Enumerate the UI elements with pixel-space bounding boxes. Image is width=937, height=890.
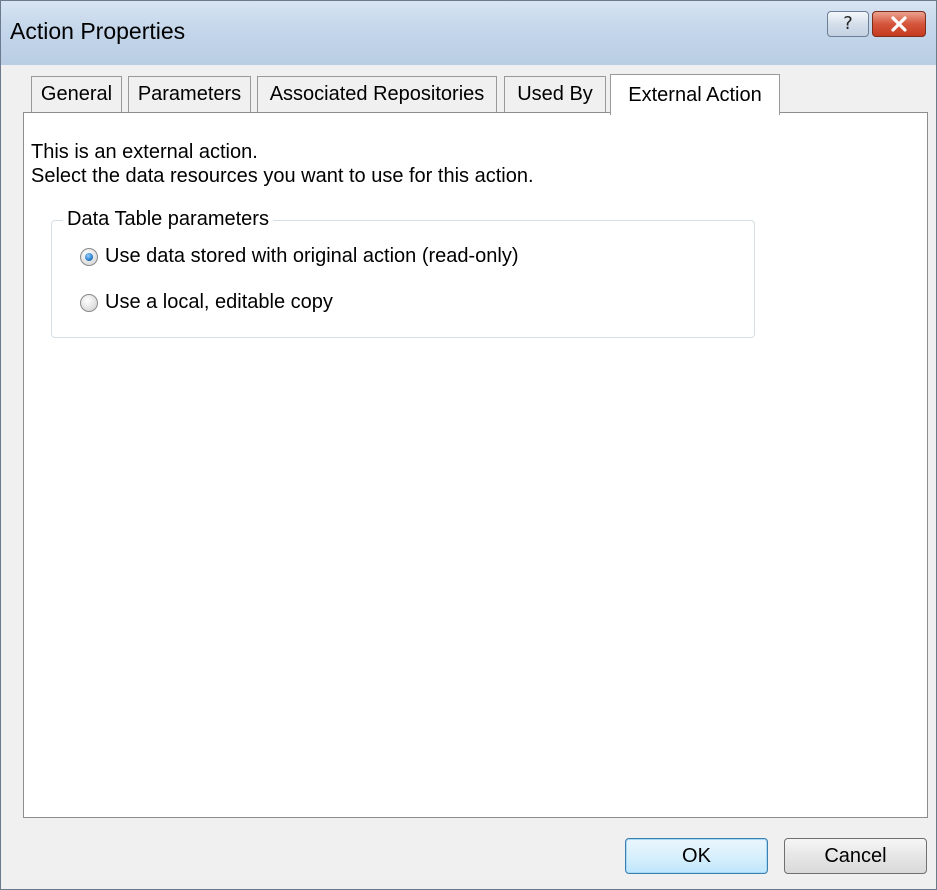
radio-use-local-copy[interactable]: Use a local, editable copy: [80, 291, 333, 314]
help-button[interactable]: ?: [827, 11, 869, 37]
ok-label: OK: [682, 844, 711, 867]
tab-label: General: [40, 83, 113, 105]
radio-label: Use data stored with original action (re…: [105, 245, 519, 267]
data-table-parameters-group: [51, 220, 755, 338]
description-line-1: This is an external action.: [31, 141, 258, 163]
tab-general[interactable]: General: [31, 76, 122, 112]
cancel-button[interactable]: Cancel: [784, 838, 927, 874]
tab-label: Used By: [517, 83, 593, 105]
close-icon: [891, 16, 907, 32]
title-bar: Action Properties ?: [1, 1, 936, 65]
tab-label: External Action: [628, 83, 762, 106]
tab-parameters[interactable]: Parameters: [128, 76, 251, 112]
window-title: Action Properties: [10, 18, 186, 44]
cancel-label: Cancel: [824, 844, 887, 867]
tab-label: Associated Repositories: [269, 83, 485, 105]
radio-button[interactable]: [80, 293, 98, 312]
close-button[interactable]: [872, 11, 926, 37]
description-line-2: Select the data resources you want to us…: [31, 165, 534, 187]
ok-button[interactable]: OK: [625, 838, 768, 874]
action-properties-dialog: Action Properties ? General Parameters A…: [0, 0, 937, 890]
radio-label: Use a local, editable copy: [105, 291, 333, 313]
tab-used-by[interactable]: Used By: [504, 76, 606, 112]
radio-button-checked[interactable]: [80, 247, 98, 266]
radio-use-original-data[interactable]: Use data stored with original action (re…: [80, 245, 519, 268]
tab-label: Parameters: [137, 83, 242, 105]
tab-external-action[interactable]: External Action: [610, 74, 780, 115]
help-icon: ?: [843, 13, 853, 34]
group-title: Data Table parameters: [63, 208, 273, 231]
tab-associated-repositories[interactable]: Associated Repositories: [257, 76, 497, 112]
